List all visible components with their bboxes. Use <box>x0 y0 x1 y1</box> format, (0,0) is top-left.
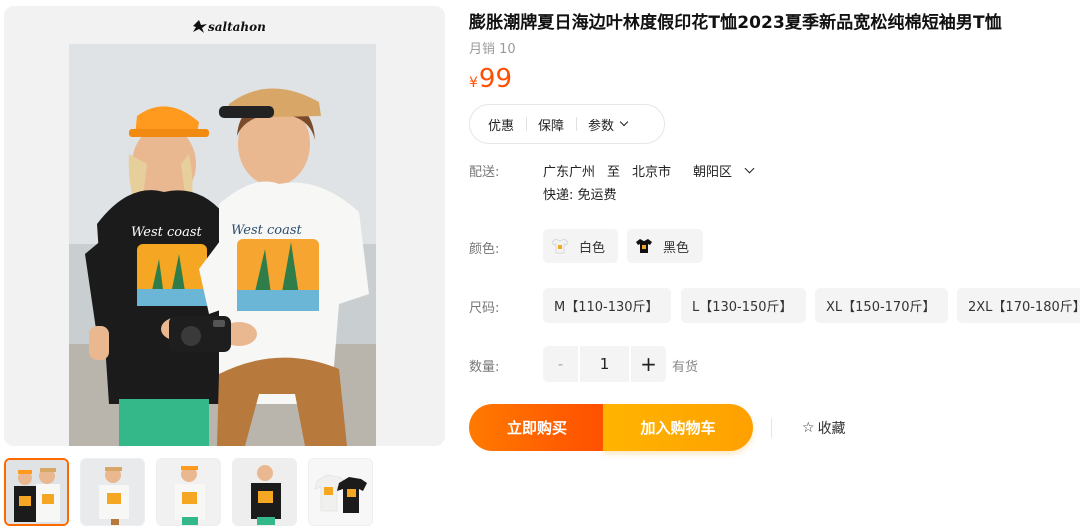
thumbnail-1[interactable] <box>4 458 69 526</box>
color-label: 颜色: <box>469 242 500 257</box>
size-label: 尺码: <box>469 301 500 316</box>
color-option-white[interactable]: 白色 <box>543 229 618 263</box>
main-product-photo[interactable]: West coast West coast <box>69 44 376 446</box>
ship-from: 广东广州 <box>543 165 596 180</box>
tab-discount-label: 优惠 <box>488 118 515 134</box>
product-price: ¥99 <box>469 64 512 94</box>
size-option-m[interactable]: M【110-130斤】 <box>543 288 671 323</box>
divider <box>771 418 772 438</box>
color-option-label: 黑色 <box>663 240 690 256</box>
left-shirt-print-text: West coast <box>131 225 203 240</box>
thumbnail-4[interactable] <box>232 458 297 526</box>
shipping-label: 配送: <box>469 165 500 180</box>
size-option-l[interactable]: L【130-150斤】 <box>681 288 806 323</box>
color-option-black[interactable]: 黑色 <box>627 229 703 263</box>
star-outline-icon: ☆ <box>802 420 815 436</box>
quantity-label: 数量: <box>469 360 500 375</box>
brand-logo-text: saltahon <box>208 20 266 34</box>
shipping-destination[interactable]: 广东广州 至 北京市 朝阳区 <box>543 161 765 180</box>
tab-guarantee[interactable]: 保障 <box>526 115 576 134</box>
thumbnail-3[interactable] <box>156 458 221 526</box>
size-option-2xl[interactable]: 2XL【170-180斤】 <box>957 288 1080 323</box>
color-option-label: 白色 <box>579 240 606 256</box>
tab-params[interactable]: 参数 <box>576 115 639 134</box>
buy-now-button[interactable]: 立即购买 <box>469 404 605 451</box>
stock-status: 有货 <box>672 360 699 375</box>
price-value: 99 <box>478 64 513 94</box>
info-tabs: 优惠 保障 参数 <box>469 104 665 144</box>
ship-city: 北京市 <box>632 165 672 180</box>
chevron-down-icon <box>744 163 755 173</box>
tab-guarantee-label: 保障 <box>538 118 565 134</box>
quantity-input[interactable]: 1 <box>580 346 629 382</box>
chevron-down-icon <box>619 117 629 127</box>
favorite-button[interactable]: ☆ 收藏 <box>802 418 846 438</box>
tab-discount[interactable]: 优惠 <box>476 115 526 134</box>
product-gallery: saltahon West coast West coast <box>4 6 445 446</box>
currency-symbol: ¥ <box>469 75 478 91</box>
right-shirt-print-text: West coast <box>231 223 303 238</box>
ship-district: 朝阳区 <box>693 165 733 180</box>
express-info: 快递: 免运费 <box>543 188 617 203</box>
black-tshirt-icon <box>633 235 655 257</box>
brand-logo: saltahon <box>193 20 266 34</box>
monthly-sales: 月销 10 <box>469 42 516 57</box>
quantity-increase-button[interactable]: + <box>631 346 666 382</box>
add-to-cart-button[interactable]: 加入购物车 <box>603 404 753 451</box>
white-tshirt-icon <box>549 235 571 257</box>
product-title: 膨胀潮牌夏日海边叶林度假印花T恤2023夏季新品宽松纯棉短袖男T恤 <box>469 13 1002 33</box>
ship-to-word: 至 <box>607 165 621 180</box>
favorite-label: 收藏 <box>817 421 846 437</box>
thumbnail-2[interactable] <box>80 458 145 526</box>
size-option-xl[interactable]: XL【150-170斤】 <box>815 288 948 323</box>
thumbnail-5[interactable] <box>308 458 373 526</box>
tab-params-label: 参数 <box>588 118 615 134</box>
quantity-decrease-button[interactable]: - <box>543 346 578 382</box>
